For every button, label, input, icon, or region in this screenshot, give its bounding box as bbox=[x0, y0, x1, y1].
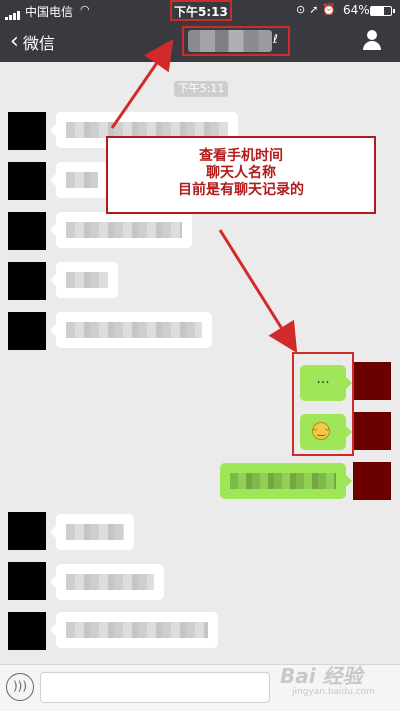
voice-input-icon[interactable]: ))) bbox=[6, 673, 34, 701]
annotation-line-3: 目前是有聊天记录的 bbox=[178, 182, 304, 198]
baidu-jingyan-watermark: Bai 经验 bbox=[280, 664, 363, 688]
watermark-url: jingyan.baidu.com bbox=[292, 687, 376, 697]
message-input[interactable] bbox=[40, 672, 270, 703]
annotation-arrows bbox=[110, 39, 298, 354]
annotation-line-1: 查看手机时间 bbox=[199, 148, 283, 164]
annotation-callout: 查看手机时间 聊天人名称 目前是有聊天记录的 bbox=[106, 136, 376, 214]
annotation-line-2: 聊天人名称 bbox=[206, 165, 276, 181]
